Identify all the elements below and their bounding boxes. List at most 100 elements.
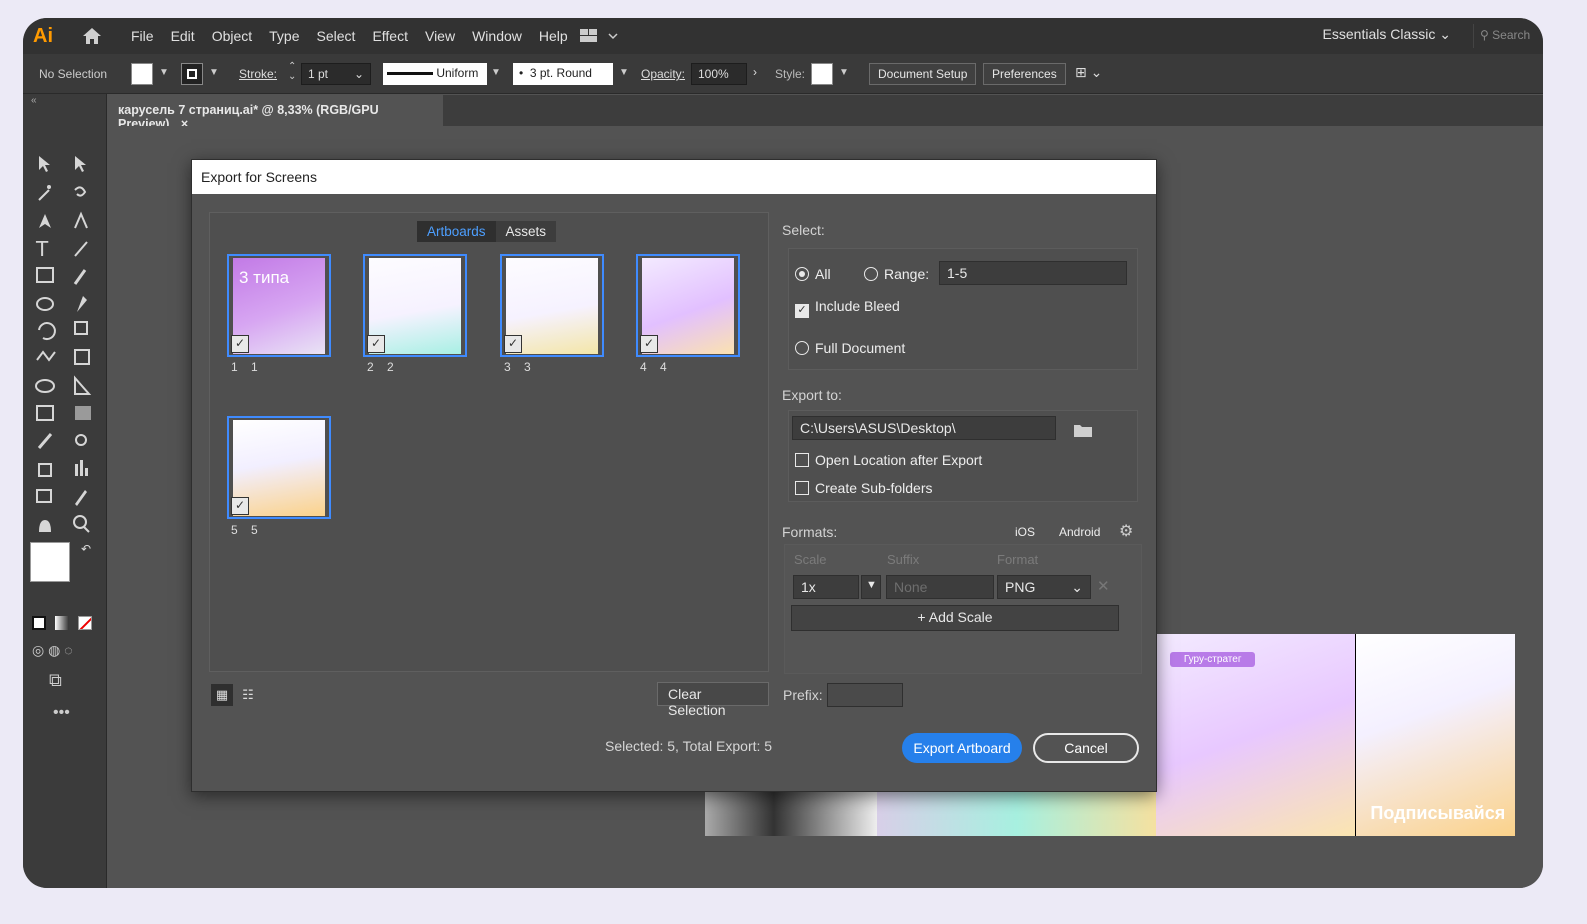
artboard-checkbox[interactable]: ✓ xyxy=(231,335,249,353)
artboard-thumb-3[interactable]: ✓ xyxy=(500,254,604,357)
artboard-checkbox[interactable]: ✓ xyxy=(504,335,522,353)
artboard-name[interactable]: 3 xyxy=(524,360,531,374)
grid-view-icon[interactable]: ▦ xyxy=(211,684,233,706)
radio-on-icon xyxy=(795,267,809,281)
radio-full-document[interactable]: Full Document xyxy=(795,340,905,356)
style-swatch[interactable] xyxy=(811,63,833,85)
gear-icon[interactable]: ⚙ xyxy=(1119,521,1133,541)
workspace-switcher[interactable]: Essentials Classic ⌄ xyxy=(1323,26,1451,43)
brush-definition[interactable]: • 3 pt. Round xyxy=(513,63,613,85)
gradient-mode-icon[interactable] xyxy=(55,616,69,630)
document-setup-button[interactable]: Document Setup xyxy=(869,63,977,85)
stroke-label[interactable]: Stroke: xyxy=(239,67,277,81)
open-location-label: Open Location after Export xyxy=(815,452,983,468)
arrange-documents-icon[interactable] xyxy=(579,27,619,45)
none-mode-icon[interactable] xyxy=(78,616,92,630)
suffix-input[interactable]: None xyxy=(886,575,994,599)
include-bleed-checkbox[interactable]: ✓ Include Bleed xyxy=(795,298,900,318)
color-mode-icon[interactable] xyxy=(32,616,46,630)
menu-file[interactable]: File xyxy=(131,28,154,44)
profile-dropdown[interactable]: ▼ xyxy=(491,67,501,78)
brush-label: 3 pt. Round xyxy=(529,66,592,80)
stroke-profile[interactable]: Uniform xyxy=(383,63,487,85)
folder-icon[interactable] xyxy=(1073,422,1093,438)
prefix-input[interactable] xyxy=(827,683,903,707)
preferences-button[interactable]: Preferences xyxy=(983,63,1066,85)
artboard-name[interactable]: 1 xyxy=(251,360,258,374)
tab-assets[interactable]: Assets xyxy=(496,221,557,242)
stroke-color-dropdown[interactable]: ▼ xyxy=(209,67,219,78)
collapse-icon[interactable]: « xyxy=(31,95,37,106)
opacity-label[interactable]: Opacity: xyxy=(641,67,685,81)
ios-preset-button[interactable]: iOS xyxy=(1015,525,1035,539)
scale-input[interactable]: 1x xyxy=(793,575,859,599)
tools-panel: « T ↶ ◎ ◍ ◌ ⧉ ••• xyxy=(23,94,107,888)
clear-selection-button[interactable]: Clear Selection xyxy=(657,682,769,718)
prefix-label: Prefix: xyxy=(783,687,823,703)
stroke-swatch[interactable] xyxy=(181,63,203,85)
artboard-label-3: 3 3 xyxy=(504,360,531,374)
menu-edit[interactable]: Edit xyxy=(171,28,195,44)
thumb-headline: 3 типа xyxy=(239,268,290,287)
radio-all[interactable]: All xyxy=(795,266,831,282)
artboard-thumb-4[interactable]: ✓ xyxy=(636,254,740,357)
checkbox-checked-icon: ✓ xyxy=(795,304,809,318)
menu-help[interactable]: Help xyxy=(539,28,568,44)
scale-dropdown[interactable]: ▼ xyxy=(861,575,881,599)
style-dropdown[interactable]: ▼ xyxy=(839,67,849,78)
menu-select[interactable]: Select xyxy=(317,28,356,44)
select-label: Select: xyxy=(782,222,825,238)
add-scale-button[interactable]: + Add Scale xyxy=(791,605,1119,631)
brush-dropdown[interactable]: ▼ xyxy=(619,67,629,78)
artboard-checkbox[interactable]: ✓ xyxy=(231,497,249,515)
arrange-icon[interactable]: ⊞ ⌄ xyxy=(1075,64,1102,81)
artboard-checkbox[interactable]: ✓ xyxy=(640,335,658,353)
stroke-weight-input[interactable]: 1 pt ⌄ xyxy=(301,63,371,85)
export-to-label: Export to: xyxy=(782,387,842,403)
opacity-input[interactable]: 100% xyxy=(691,63,747,85)
search-field[interactable]: ⚲ Search xyxy=(1473,24,1543,48)
tab-artboards[interactable]: Artboards xyxy=(417,221,496,242)
fill-swatch[interactable] xyxy=(131,63,153,85)
android-preset-button[interactable]: Android xyxy=(1059,525,1100,539)
checkbox-unchecked-icon xyxy=(795,481,809,495)
cancel-button[interactable]: Cancel xyxy=(1033,733,1139,763)
artboard-name[interactable]: 4 xyxy=(660,360,667,374)
artboards-pane: Artboards Assets 3 типа ✓ 1 1 ✓ 2 2 ✓ 3 … xyxy=(209,212,769,672)
artboard-name[interactable]: 5 xyxy=(251,523,258,537)
more-tools-icon[interactable]: ••• xyxy=(53,704,70,722)
document-tab[interactable]: карусель 7 страниц.ai* @ 8,33% (RGB/GPU … xyxy=(108,95,443,131)
format-select[interactable]: PNG ⌄ xyxy=(997,575,1091,599)
artboard-name[interactable]: 2 xyxy=(387,360,394,374)
remove-scale-icon[interactable]: ✕ xyxy=(1097,577,1110,595)
artboard-checkbox[interactable]: ✓ xyxy=(367,335,385,353)
menu-window[interactable]: Window xyxy=(472,28,522,44)
menu-view[interactable]: View xyxy=(425,28,455,44)
swap-colors-icon[interactable]: ↶ xyxy=(81,542,91,556)
create-subfolders-checkbox[interactable]: Create Sub-folders xyxy=(795,480,933,496)
artboard-thumb-5[interactable]: ✓ xyxy=(227,416,331,519)
screen-mode-icon[interactable]: ⧉ xyxy=(49,670,62,691)
fill-dropdown[interactable]: ▼ xyxy=(159,67,169,78)
radio-range[interactable]: Range: xyxy=(864,266,929,282)
menu-type[interactable]: Type xyxy=(269,28,299,44)
home-icon[interactable] xyxy=(81,26,103,46)
search-placeholder: Search xyxy=(1492,28,1531,42)
artboard-index: 5 xyxy=(231,523,238,537)
export-artboard-button[interactable]: Export Artboard xyxy=(902,733,1022,763)
chevron-down-icon: ⌄ xyxy=(1071,579,1083,595)
artboard-preview-1 xyxy=(705,790,877,836)
menu-object[interactable]: Object xyxy=(212,28,252,44)
list-view-icon[interactable]: ☷ xyxy=(237,684,259,706)
menu-effect[interactable]: Effect xyxy=(372,28,408,44)
artboard-thumb-1[interactable]: 3 типа ✓ xyxy=(227,254,331,357)
stroke-stepper[interactable]: ⌃ ⌄ xyxy=(288,62,296,82)
artboard-thumb-2[interactable]: ✓ xyxy=(363,254,467,357)
chevron-right-icon[interactable]: › xyxy=(753,65,757,79)
export-path-input[interactable]: C:\Users\ASUS\Desktop\ xyxy=(792,416,1056,440)
open-location-checkbox[interactable]: Open Location after Export xyxy=(795,452,982,468)
range-input[interactable]: 1-5 xyxy=(939,261,1127,285)
draw-mode-icon[interactable]: ◎ ◍ ◌ xyxy=(32,642,73,659)
fill-color-box[interactable] xyxy=(30,542,70,582)
profile-label: Uniform xyxy=(436,66,479,80)
